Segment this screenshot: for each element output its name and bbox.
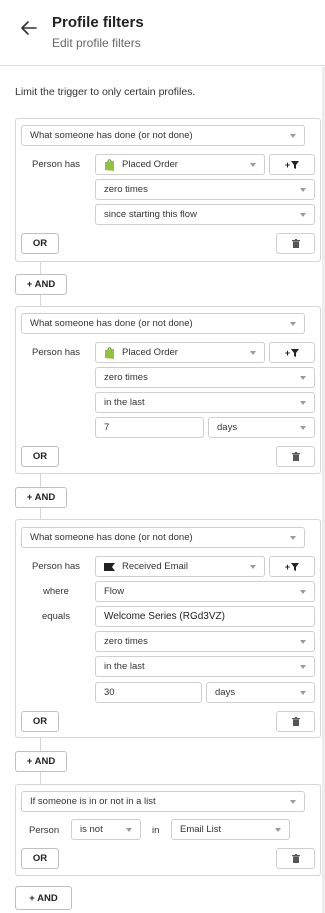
add-filter-button[interactable]: +	[269, 556, 315, 577]
person-has-label: Person has	[32, 347, 81, 358]
and-button[interactable]: + AND	[15, 274, 67, 295]
frequency-select[interactable]: zero times	[95, 367, 315, 388]
delete-button[interactable]	[276, 446, 315, 467]
trash-icon	[291, 452, 300, 461]
chevron-down-icon	[290, 322, 296, 326]
chevron-down-icon	[290, 536, 296, 540]
metric-select[interactable]: Placed Order	[95, 342, 265, 363]
condition-type-select[interactable]: What someone has done (or not done)	[21, 313, 305, 334]
chevron-down-icon	[300, 401, 306, 405]
timeframe-select[interactable]: in the last	[95, 656, 315, 677]
condition-type-select[interactable]: What someone has done (or not done)	[21, 527, 305, 548]
person-has-label: Person has	[32, 159, 81, 170]
chevron-down-icon	[126, 828, 132, 832]
chevron-down-icon	[250, 565, 256, 569]
chevron-down-icon	[300, 213, 306, 217]
and-button[interactable]: + AND	[15, 751, 67, 772]
filter-icon	[291, 348, 300, 357]
chevron-down-icon	[290, 800, 296, 804]
connector-line	[40, 738, 41, 751]
filter-icon	[291, 160, 300, 169]
add-filter-button[interactable]: +	[269, 342, 315, 363]
page-title: Profile filters	[52, 14, 144, 31]
or-button[interactable]: OR	[21, 848, 59, 869]
chevron-down-icon	[300, 426, 306, 430]
equals-value-input[interactable]: Welcome Series (RGd3VZ)	[95, 606, 315, 627]
or-button[interactable]: OR	[21, 446, 59, 467]
trash-icon	[291, 239, 300, 248]
intro-text: Limit the trigger to only certain profil…	[15, 86, 196, 98]
unit-select[interactable]: days	[206, 682, 315, 703]
delete-button[interactable]	[276, 848, 315, 869]
chevron-down-icon	[250, 163, 256, 167]
filter-group-2: What someone has done (or not done) Pers…	[15, 306, 321, 474]
unit-select[interactable]: days	[208, 417, 315, 438]
person-label: Person	[29, 825, 60, 836]
add-and-button[interactable]: + AND	[15, 886, 72, 910]
chevron-down-icon	[290, 134, 296, 138]
delete-button[interactable]	[276, 233, 315, 254]
connector-line	[40, 262, 41, 274]
connector-line	[40, 508, 41, 519]
or-button[interactable]: OR	[21, 711, 59, 732]
filter-group-4: If someone is in or not in a list Person…	[15, 784, 321, 876]
list-condition-select[interactable]: is not	[71, 819, 141, 840]
page-header: Profile filters Edit profile filters	[0, 0, 325, 66]
equals-label: equals	[42, 611, 70, 622]
chevron-down-icon	[250, 351, 256, 355]
chevron-down-icon	[300, 188, 306, 192]
filter-group-3: What someone has done (or not done) Pers…	[15, 519, 321, 738]
chevron-down-icon	[275, 828, 281, 832]
condition-type-select[interactable]: What someone has done (or not done)	[21, 125, 305, 146]
trash-icon	[291, 854, 300, 863]
delete-button[interactable]	[276, 711, 315, 732]
chevron-down-icon	[300, 640, 306, 644]
where-field-select[interactable]: Flow	[95, 581, 315, 602]
page-subtitle: Edit profile filters	[52, 36, 141, 50]
filter-group-1: What someone has done (or not done) Pers…	[15, 118, 321, 262]
list-select[interactable]: Email List	[171, 819, 290, 840]
chevron-down-icon	[300, 665, 306, 669]
chevron-down-icon	[300, 376, 306, 380]
condition-type-select[interactable]: If someone is in or not in a list	[21, 791, 305, 812]
frequency-select[interactable]: zero times	[95, 631, 315, 652]
connector-line	[40, 772, 41, 784]
flag-icon	[104, 562, 115, 571]
connector-line	[40, 295, 41, 306]
shopify-icon	[105, 158, 114, 171]
timeframe-select[interactable]: in the last	[95, 392, 315, 413]
or-button[interactable]: OR	[21, 233, 59, 254]
timeframe-select[interactable]: since starting this flow	[95, 204, 315, 225]
filter-icon	[291, 562, 300, 571]
connector-line	[40, 474, 41, 487]
shopify-icon	[105, 346, 114, 359]
where-label: where	[43, 586, 69, 597]
amount-input[interactable]: 7	[95, 417, 204, 438]
and-button[interactable]: + AND	[15, 487, 67, 508]
amount-input[interactable]: 30	[95, 682, 202, 703]
frequency-select[interactable]: zero times	[95, 179, 315, 200]
arrow-left-icon[interactable]	[20, 19, 38, 37]
metric-select[interactable]: Placed Order	[95, 154, 265, 175]
add-filter-button[interactable]: +	[269, 154, 315, 175]
metric-select[interactable]: Received Email	[95, 556, 265, 577]
in-label: in	[152, 825, 160, 836]
person-has-label: Person has	[32, 561, 81, 572]
chevron-down-icon	[300, 691, 306, 695]
trash-icon	[291, 717, 300, 726]
chevron-down-icon	[300, 590, 306, 594]
